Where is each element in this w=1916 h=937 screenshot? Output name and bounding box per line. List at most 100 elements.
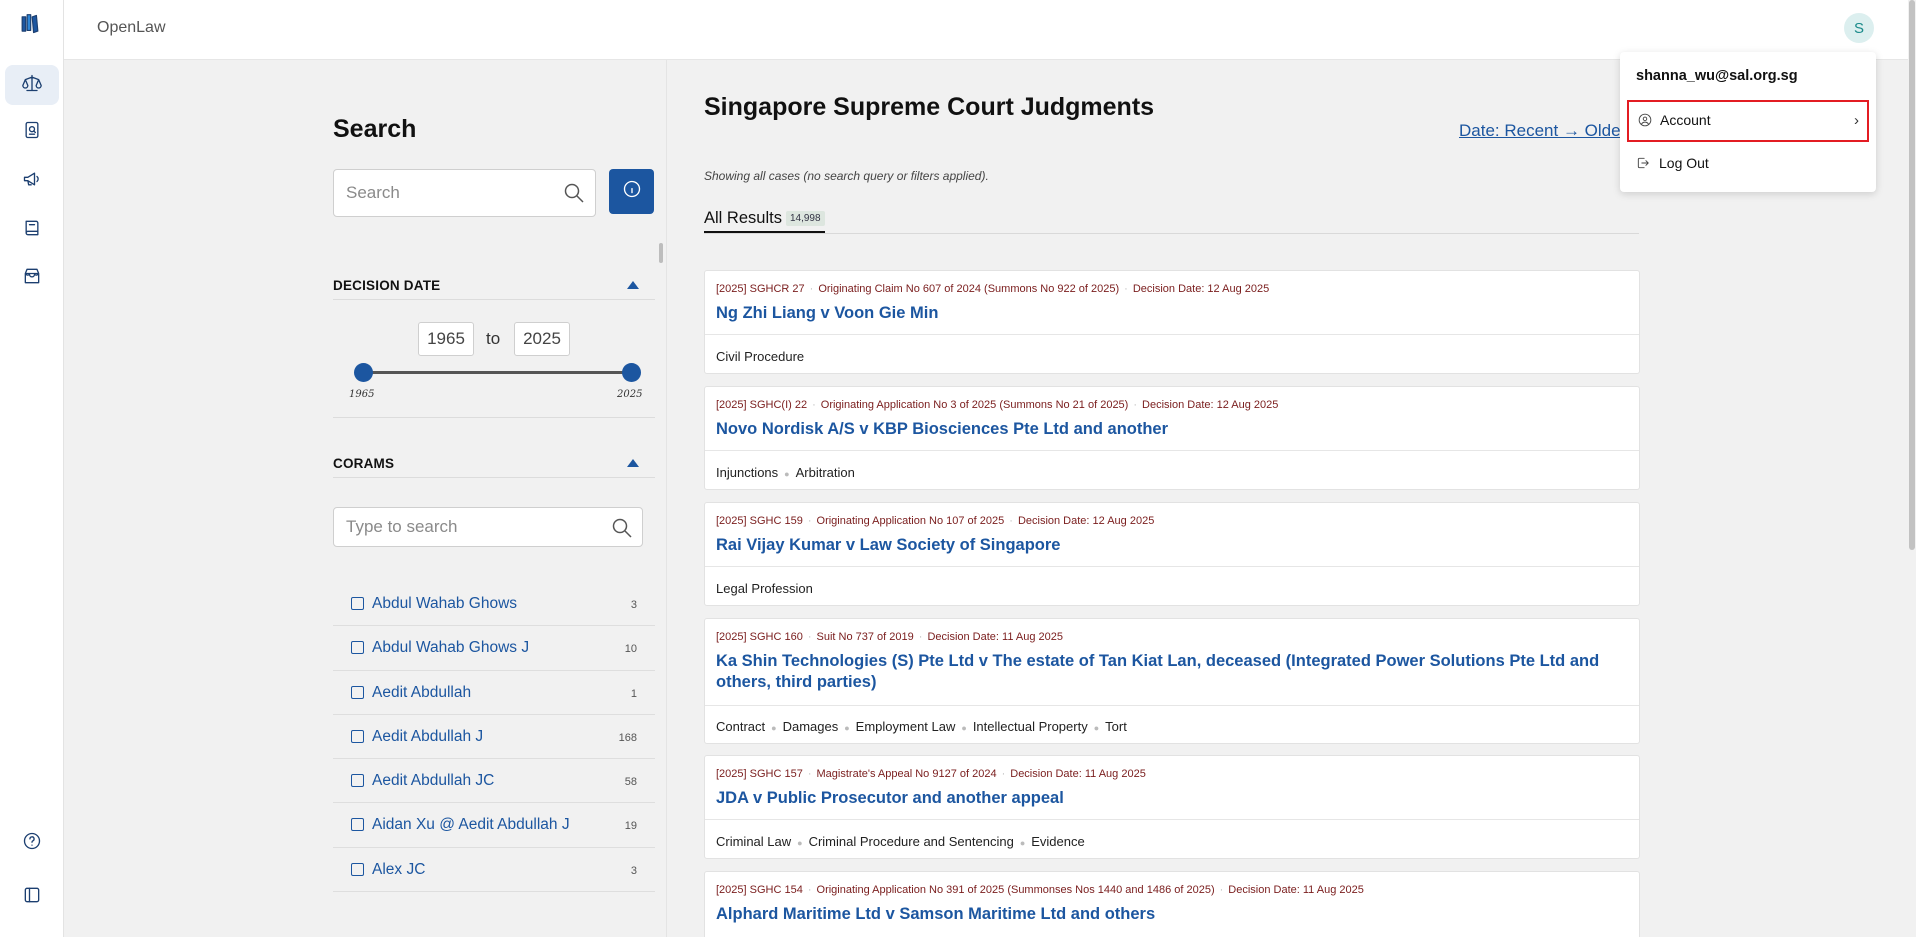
collapse-triangle-icon[interactable] xyxy=(627,281,639,289)
corams-header[interactable]: CORAMS xyxy=(333,448,655,478)
case-tag[interactable]: Arbitration xyxy=(796,465,855,480)
case-tag[interactable]: Evidence xyxy=(1031,834,1084,849)
coram-search-input[interactable] xyxy=(334,508,584,546)
case-tag[interactable]: Criminal Law xyxy=(716,834,791,849)
nav-library-button[interactable] xyxy=(5,210,59,250)
coram-checkbox[interactable] xyxy=(351,818,364,832)
case-citation: [2025] SGHC 157 xyxy=(716,768,803,780)
case-tag[interactable]: Tort xyxy=(1105,719,1127,734)
coram-name: Aedit Abdullah xyxy=(372,683,472,701)
case-tag[interactable]: Criminal Procedure and Sentencing xyxy=(809,834,1014,849)
search-icon[interactable] xyxy=(610,516,634,545)
nav-announcements-button[interactable] xyxy=(5,161,59,201)
case-number: Magistrate's Appeal No 9127 of 2024 xyxy=(816,768,997,780)
collapse-triangle-icon[interactable] xyxy=(627,459,639,467)
case-title-link[interactable]: Ka Shin Technologies (S) Pte Ltd v The e… xyxy=(716,651,1616,693)
coram-list-item[interactable]: Abdul Wahab Ghows 3 xyxy=(333,582,655,627)
case-number: Originating Application No 107 of 2025 xyxy=(816,515,1005,527)
case-decision-date: Decision Date: 11 Aug 2025 xyxy=(927,631,1063,643)
search-field[interactable] xyxy=(333,169,596,217)
case-card[interactable]: [2025] SGHC 160 · Suit No 737 of 2019 · Deci… xyxy=(704,618,1640,744)
case-meta: [2025] SGHC 159 · Originating Application … xyxy=(716,515,1154,527)
sidebar-toggle-button[interactable] xyxy=(5,877,59,917)
tag-separator: ● xyxy=(844,722,850,733)
sort-order-link[interactable]: Date: Recent → Oldest xyxy=(1459,121,1624,141)
account-menu-item[interactable]: Account › xyxy=(1627,100,1869,142)
date-slider-max-handle[interactable] xyxy=(621,363,641,382)
date-slider-min-handle[interactable] xyxy=(353,363,373,382)
date-to-input[interactable]: 2025 xyxy=(514,322,570,356)
coram-count: 3 xyxy=(630,599,637,611)
page-scrollbar[interactable] xyxy=(1908,0,1916,937)
meta-separator: · xyxy=(807,884,812,896)
case-title-link[interactable]: Novo Nordisk A/S v KBP Biosciences Pte L… xyxy=(716,419,1616,440)
results-count-badge: 14,998 xyxy=(785,211,825,227)
app-name: OpenLaw xyxy=(97,19,166,36)
coram-checkbox[interactable] xyxy=(351,862,364,876)
case-card[interactable]: [2025] SGHCR 27 · Originating Claim No 607… xyxy=(704,270,1640,374)
openlaw-logo-icon[interactable] xyxy=(20,14,44,42)
coram-list-item[interactable]: Aidan Xu @ Aedit Abdullah J 19 xyxy=(333,803,655,848)
nav-research-button[interactable] xyxy=(5,112,59,152)
coram-checkbox[interactable] xyxy=(351,685,364,699)
date-slider-min-tick: 1965 xyxy=(349,389,375,400)
case-card[interactable]: [2025] SGHC 159 · Originating Application … xyxy=(704,502,1640,606)
coram-list-item[interactable]: Alex JC 3 xyxy=(333,848,655,893)
case-tag[interactable]: Civil Procedure xyxy=(716,349,804,364)
search-icon[interactable] xyxy=(562,181,586,205)
case-citation: [2025] SGHC 159 xyxy=(716,515,803,527)
case-title-link[interactable]: Alphard Maritime Ltd v Samson Maritime L… xyxy=(716,904,1616,925)
case-tag[interactable]: Injunctions xyxy=(716,465,778,480)
case-tag[interactable]: Legal Profession xyxy=(716,581,813,596)
case-card[interactable]: [2025] SGHC 154 · Originating Application … xyxy=(704,871,1640,937)
coram-search-field[interactable] xyxy=(333,507,643,547)
coram-checkbox[interactable] xyxy=(351,774,364,788)
case-tags: Criminal Law ● Criminal Procedure and Sent… xyxy=(716,834,1085,849)
tag-separator: ● xyxy=(1093,722,1100,733)
case-title-link[interactable]: Ng Zhi Liang v Voon Gie Min xyxy=(716,303,1616,324)
case-tag[interactable]: Contract xyxy=(716,719,765,734)
search-info-button[interactable] xyxy=(609,169,654,214)
user-circle-icon xyxy=(1638,113,1652,127)
case-meta: [2025] SGHC 154 · Originating Application … xyxy=(716,884,1364,896)
date-from-input[interactable]: 1965 xyxy=(418,322,474,356)
coram-count: 19 xyxy=(624,820,637,833)
search-panel-title: Search xyxy=(333,115,417,143)
coram-list-item[interactable]: Aedit Abdullah J 168 xyxy=(333,715,655,760)
decision-date-header[interactable]: DECISION DATE xyxy=(333,270,655,300)
help-button[interactable] xyxy=(5,823,59,863)
coram-list-item[interactable]: Aedit Abdullah JC 58 xyxy=(333,759,655,804)
tab-all-results[interactable]: All Results 14,998 xyxy=(704,209,825,233)
case-card[interactable]: [2025] SGHC 157 · Magistrate's Appeal No 9… xyxy=(704,755,1640,859)
case-title-link[interactable]: Rai Vijay Kumar v Law Society of Singapo… xyxy=(716,535,1616,556)
coram-checkbox[interactable] xyxy=(351,641,364,655)
case-citation: [2025] SGHC(I) 22 xyxy=(716,399,808,411)
meta-separator: · xyxy=(1009,515,1013,527)
tag-separator: ● xyxy=(1019,837,1026,848)
user-avatar-button[interactable]: S xyxy=(1844,13,1874,43)
case-card[interactable]: [2025] SGHC(I) 22 · Originating Applicatio… xyxy=(704,386,1640,490)
case-divider xyxy=(705,450,1639,451)
case-tag[interactable]: Damages xyxy=(783,719,839,734)
case-citation: [2025] SGHC 154 xyxy=(716,884,803,896)
tag-separator: ● xyxy=(784,468,790,479)
meta-separator: · xyxy=(1219,884,1224,896)
account-menu: shanna_wu@sal.org.sg Account › Log Out xyxy=(1620,52,1876,192)
coram-checkbox[interactable] xyxy=(351,729,364,743)
filters-scrollbar[interactable] xyxy=(659,243,663,263)
case-tag[interactable]: Intellectual Property xyxy=(973,719,1088,734)
case-title-link[interactable]: JDA v Public Prosecutor and another appe… xyxy=(716,788,1616,809)
case-tag[interactable]: Employment Law xyxy=(856,719,956,734)
coram-count: 10 xyxy=(624,643,637,656)
coram-checkbox[interactable] xyxy=(351,597,364,610)
logout-icon xyxy=(1636,156,1650,170)
megaphone-icon xyxy=(22,169,42,194)
search-input[interactable] xyxy=(334,170,534,216)
nav-judgments-button[interactable] xyxy=(5,65,59,105)
date-slider-track[interactable] xyxy=(363,371,631,374)
coram-list-item[interactable]: Abdul Wahab Ghows J 10 xyxy=(333,626,655,671)
coram-list-item[interactable]: Aedit Abdullah 1 xyxy=(333,671,655,715)
nav-store-button[interactable] xyxy=(5,258,59,298)
case-meta: [2025] SGHC(I) 22 · Originating Applicatio… xyxy=(716,399,1278,411)
page-scrollbar-thumb[interactable] xyxy=(1909,0,1915,550)
